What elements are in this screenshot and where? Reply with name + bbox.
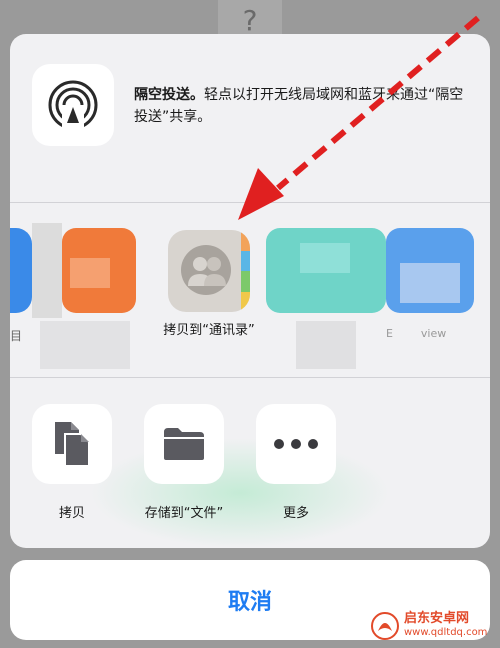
watermark-main: 启东安卓网 <box>404 611 470 626</box>
watermark: 启东安卓网 www.qdltdq.com <box>370 606 498 646</box>
watermark-logo-icon <box>371 612 399 640</box>
annotation-arrow-icon <box>238 15 480 220</box>
watermark-sub: www.qdltdq.com <box>404 627 488 638</box>
